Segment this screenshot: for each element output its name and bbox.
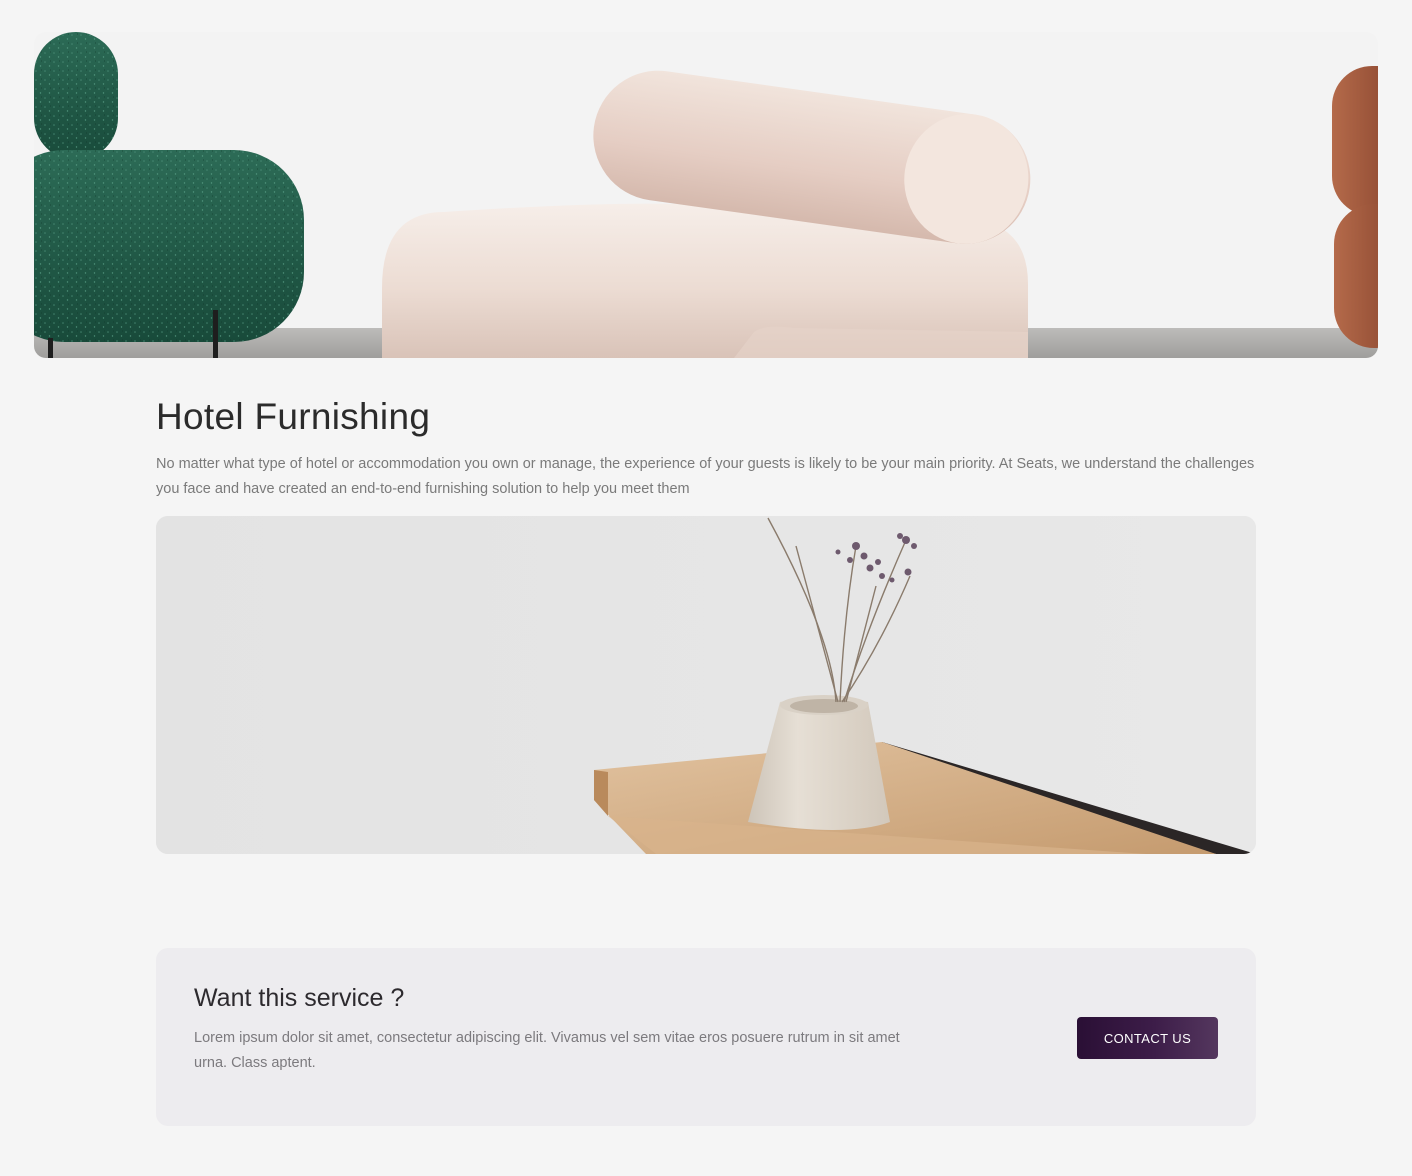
page-title: Hotel Furnishing [156, 396, 431, 437]
vase-on-tray-illustration [156, 516, 1256, 854]
cta-description: Lorem ipsum dolor sit amet, consectetur … [194, 1030, 900, 1071]
contact-us-button[interactable]: CONTACT US [1077, 1017, 1218, 1059]
lounge-chairs-illustration [34, 32, 1378, 358]
intro-paragraph: No matter what type of hotel or accommod… [156, 456, 1255, 497]
cta-title: Want this service ? [194, 984, 405, 1012]
cta-card: Want this service ? Lorem ipsum dolor si… [156, 948, 1256, 1126]
hero-banner-image [34, 32, 1378, 358]
feature-image [156, 516, 1256, 854]
